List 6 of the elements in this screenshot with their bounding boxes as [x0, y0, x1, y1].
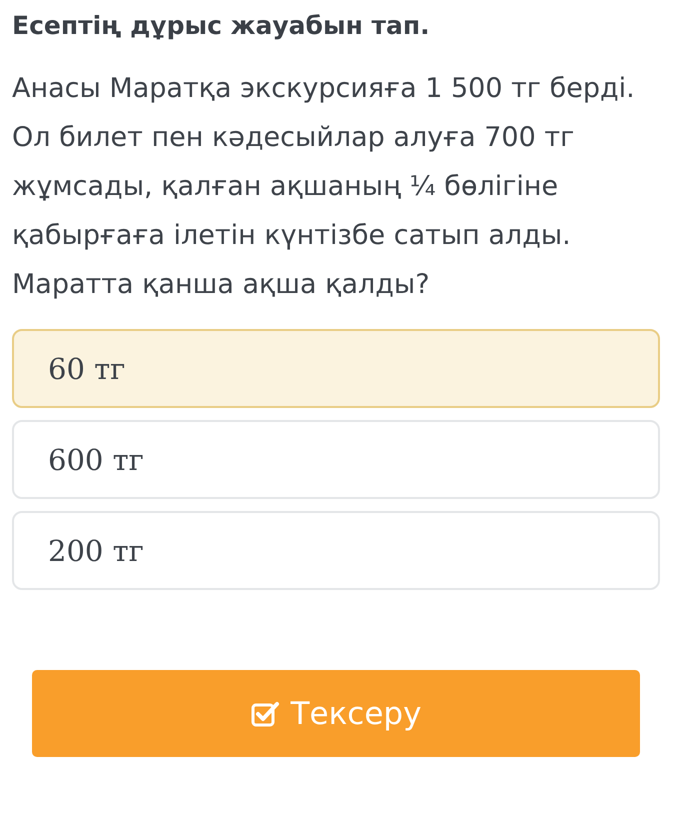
answer-option[interactable]: 60 тг	[12, 329, 660, 408]
answer-option[interactable]: 200 тг	[12, 511, 660, 590]
answer-option[interactable]: 600 тг	[12, 420, 660, 499]
checkbox-icon	[250, 700, 281, 728]
task-title: Есептің дұрыс жауабын тап.	[12, 10, 431, 42]
question-text: Анасы Маратқа экскурсияға 1 500 тг берді. Ол билет пен кәдесыйлар алуға 700 тг жұмсады, қалған ақшаның ¼ бөлігіне қабырғаға ілетін күнтізбе сатып алды. Маратта қанша ақша қалды?	[12, 72, 636, 302]
